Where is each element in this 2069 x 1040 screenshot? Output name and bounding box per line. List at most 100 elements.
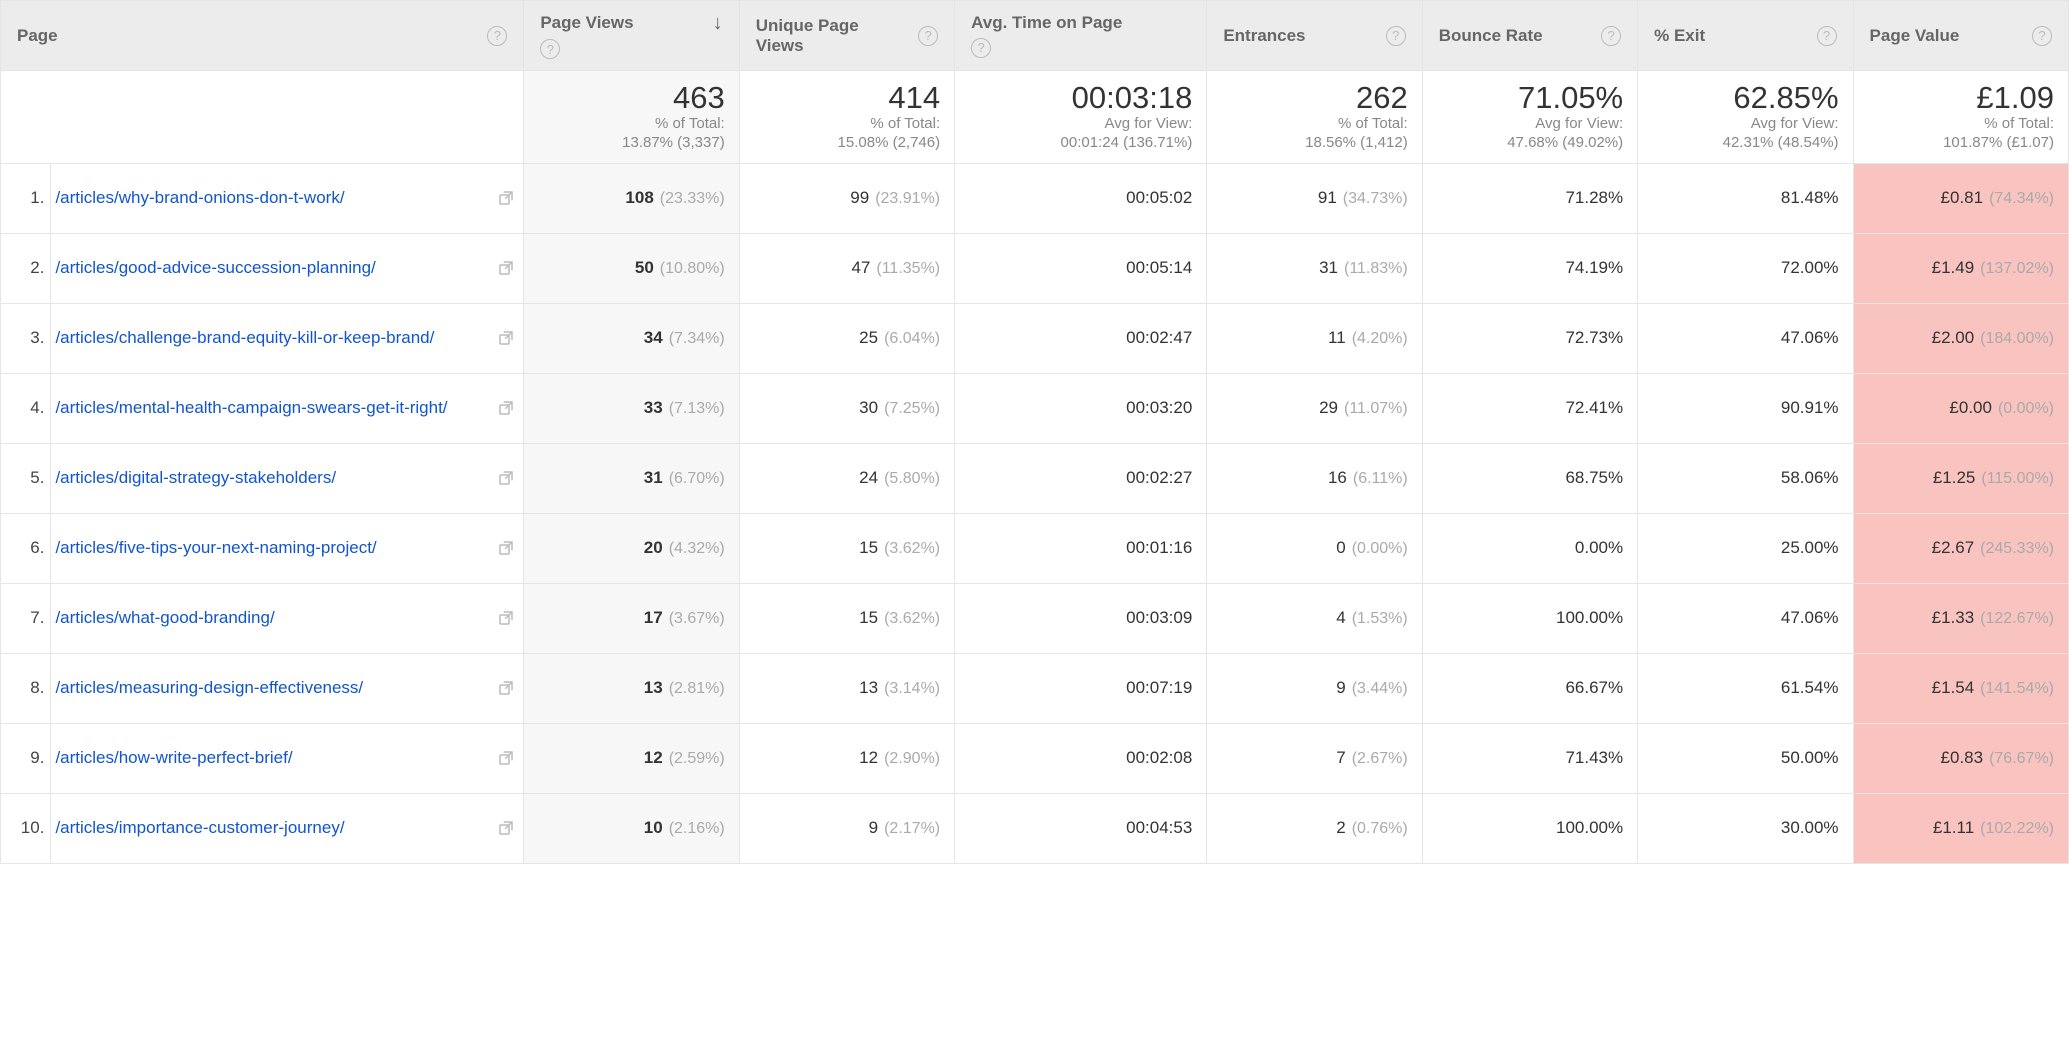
open-in-new-icon[interactable] bbox=[497, 189, 515, 207]
cell-entrances: 9(3.44%) bbox=[1207, 653, 1422, 723]
summary-avgtime-value: 00:03:18 bbox=[969, 81, 1192, 115]
cell-pageviews: 31(6.70%) bbox=[524, 443, 739, 513]
cell-pageviews-value: 13 bbox=[644, 678, 663, 697]
page-path-link[interactable]: /articles/good-advice-succession-plannin… bbox=[55, 257, 491, 279]
cell-page-value: £0.81(74.34%) bbox=[1853, 163, 2068, 233]
cell-page-value: £1.54(141.54%) bbox=[1853, 653, 2068, 723]
help-icon[interactable]: ? bbox=[487, 26, 507, 46]
col-header-exit[interactable]: % Exit ? bbox=[1638, 1, 1853, 71]
cell-entrances: 91(34.73%) bbox=[1207, 163, 1422, 233]
row-index: 2. bbox=[1, 233, 51, 303]
page-cell: /articles/why-brand-onions-don-t-work/ bbox=[51, 163, 524, 233]
col-header-avgtime[interactable]: Avg. Time on Page ? bbox=[955, 1, 1207, 71]
col-header-value[interactable]: Page Value ? bbox=[1853, 1, 2068, 71]
cell-page-value: £1.33(122.67%) bbox=[1853, 583, 2068, 653]
page-path-link[interactable]: /articles/measuring-design-effectiveness… bbox=[55, 677, 491, 699]
help-icon[interactable]: ? bbox=[971, 38, 991, 58]
cell-unique-value: 30 bbox=[859, 398, 878, 417]
page-path-link[interactable]: /articles/importance-customer-journey/ bbox=[55, 817, 491, 839]
open-in-new-icon[interactable] bbox=[497, 469, 515, 487]
page-path-link[interactable]: /articles/digital-strategy-stakeholders/ bbox=[55, 467, 491, 489]
cell-unique-value: 25 bbox=[859, 328, 878, 347]
col-header-exit-label: % Exit bbox=[1654, 26, 1808, 46]
open-in-new-icon[interactable] bbox=[497, 749, 515, 767]
cell-avgtime: 00:03:20 bbox=[955, 373, 1207, 443]
help-icon[interactable]: ? bbox=[1817, 26, 1837, 46]
cell-entrances: 29(11.07%) bbox=[1207, 373, 1422, 443]
cell-unique-pct: (3.14%) bbox=[884, 680, 940, 697]
col-header-page[interactable]: Page ? bbox=[1, 1, 524, 71]
page-cell: /articles/challenge-brand-equity-kill-or… bbox=[51, 303, 524, 373]
cell-unique-pct: (11.35%) bbox=[876, 260, 940, 277]
page-path-link[interactable]: /articles/why-brand-onions-don-t-work/ bbox=[55, 187, 491, 209]
summary-row: 463% of Total:13.87% (3,337)414% of Tota… bbox=[1, 71, 2069, 164]
help-icon[interactable]: ? bbox=[1386, 26, 1406, 46]
cell-bounce: 68.75% bbox=[1422, 443, 1637, 513]
help-icon[interactable]: ? bbox=[918, 26, 938, 46]
cell-page-value-pct: (184.00%) bbox=[1980, 330, 2054, 347]
open-in-new-icon[interactable] bbox=[497, 609, 515, 627]
cell-pageviews-pct: (2.81%) bbox=[669, 680, 725, 697]
col-header-entrances[interactable]: Entrances ? bbox=[1207, 1, 1422, 71]
cell-pageviews-pct: (10.80%) bbox=[660, 260, 725, 277]
open-in-new-icon[interactable] bbox=[497, 329, 515, 347]
cell-pageviews-value: 33 bbox=[644, 398, 663, 417]
cell-page-value-pct: (141.54%) bbox=[1980, 680, 2054, 697]
cell-avgtime: 00:03:09 bbox=[955, 583, 1207, 653]
cell-unique-pct: (3.62%) bbox=[884, 610, 940, 627]
summary-entrances: 262% of Total:18.56% (1,412) bbox=[1207, 71, 1422, 164]
cell-bounce: 100.00% bbox=[1422, 583, 1637, 653]
cell-pageviews-value: 108 bbox=[625, 188, 653, 207]
summary-entrances-value: 262 bbox=[1221, 81, 1407, 115]
open-in-new-icon[interactable] bbox=[497, 539, 515, 557]
page-path-link[interactable]: /articles/challenge-brand-equity-kill-or… bbox=[55, 327, 491, 349]
col-header-bounce[interactable]: Bounce Rate ? bbox=[1422, 1, 1637, 71]
cell-unique-pct: (23.91%) bbox=[875, 190, 940, 207]
page-cell: /articles/five-tips-your-next-naming-pro… bbox=[51, 513, 524, 583]
summary-value-value: £1.09 bbox=[1868, 81, 2054, 115]
cell-page-value: £1.25(115.00%) bbox=[1853, 443, 2068, 513]
table-header-row: Page ? Page Views ↓ ? Unique Page Views … bbox=[1, 1, 2069, 71]
cell-pageviews: 108(23.33%) bbox=[524, 163, 739, 233]
cell-exit: 25.00% bbox=[1638, 513, 1853, 583]
help-icon[interactable]: ? bbox=[1601, 26, 1621, 46]
cell-entrances-value: 2 bbox=[1336, 818, 1345, 837]
cell-unique-pct: (3.62%) bbox=[884, 540, 940, 557]
open-in-new-icon[interactable] bbox=[497, 259, 515, 277]
page-path-link[interactable]: /articles/mental-health-campaign-swears-… bbox=[55, 397, 491, 419]
page-path-link[interactable]: /articles/how-write-perfect-brief/ bbox=[55, 747, 491, 769]
cell-page-value-value: £0.81 bbox=[1941, 188, 1984, 207]
cell-avgtime: 00:02:27 bbox=[955, 443, 1207, 513]
cell-bounce: 0.00% bbox=[1422, 513, 1637, 583]
cell-page-value-pct: (122.67%) bbox=[1980, 610, 2054, 627]
cell-entrances-value: 16 bbox=[1328, 468, 1347, 487]
page-path-link[interactable]: /articles/five-tips-your-next-naming-pro… bbox=[55, 537, 491, 559]
col-header-unique[interactable]: Unique Page Views ? bbox=[739, 1, 954, 71]
page-path-link[interactable]: /articles/what-good-branding/ bbox=[55, 607, 491, 629]
help-icon[interactable]: ? bbox=[540, 39, 560, 59]
cell-exit: 72.00% bbox=[1638, 233, 1853, 303]
cell-page-value: £2.00(184.00%) bbox=[1853, 303, 2068, 373]
cell-avgtime: 00:01:16 bbox=[955, 513, 1207, 583]
cell-pageviews-pct: (4.32%) bbox=[669, 540, 725, 557]
summary-bounce: 71.05%Avg for View:47.68% (49.02%) bbox=[1422, 71, 1637, 164]
open-in-new-icon[interactable] bbox=[497, 819, 515, 837]
col-header-bounce-label: Bounce Rate bbox=[1439, 26, 1593, 46]
cell-entrances-pct: (0.76%) bbox=[1352, 820, 1408, 837]
row-index: 9. bbox=[1, 723, 51, 793]
help-icon[interactable]: ? bbox=[2032, 26, 2052, 46]
open-in-new-icon[interactable] bbox=[497, 679, 515, 697]
open-in-new-icon[interactable] bbox=[497, 399, 515, 417]
cell-pageviews-value: 34 bbox=[644, 328, 663, 347]
col-header-pageviews[interactable]: Page Views ↓ ? bbox=[524, 1, 739, 71]
cell-bounce: 100.00% bbox=[1422, 793, 1637, 863]
cell-entrances-pct: (0.00%) bbox=[1352, 540, 1408, 557]
col-header-pageviews-label: Page Views bbox=[540, 13, 704, 33]
cell-unique: 30(7.25%) bbox=[739, 373, 954, 443]
cell-pageviews: 34(7.34%) bbox=[524, 303, 739, 373]
cell-pageviews-pct: (7.13%) bbox=[669, 400, 725, 417]
cell-exit: 58.06% bbox=[1638, 443, 1853, 513]
cell-avgtime: 00:02:47 bbox=[955, 303, 1207, 373]
cell-exit: 90.91% bbox=[1638, 373, 1853, 443]
cell-entrances-pct: (3.44%) bbox=[1352, 680, 1408, 697]
